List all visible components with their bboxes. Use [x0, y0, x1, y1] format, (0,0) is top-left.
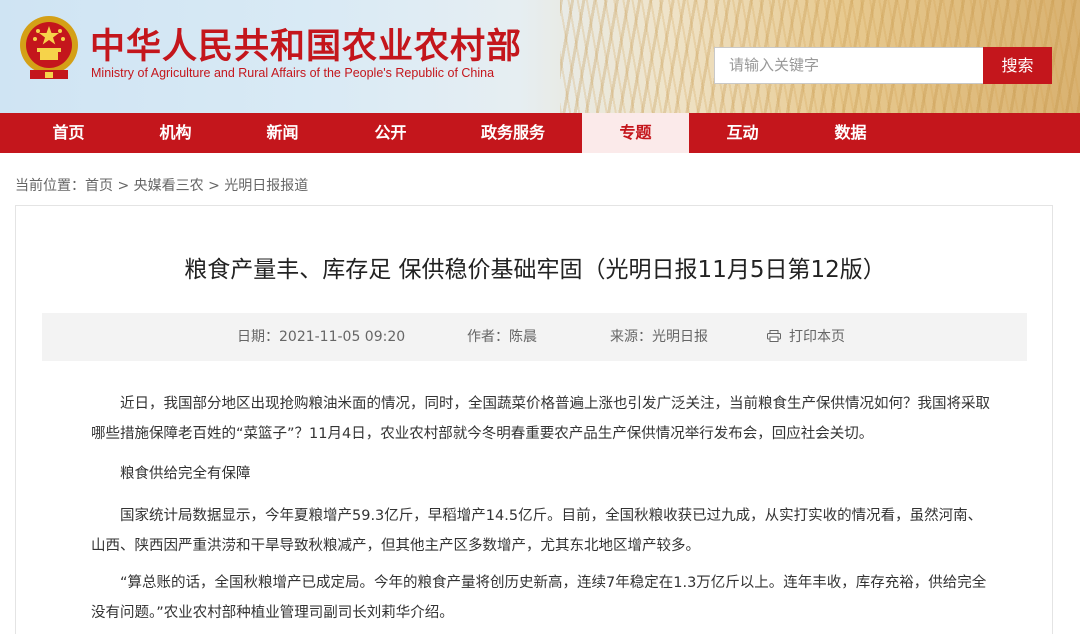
nav-item-topics[interactable]: 专题: [582, 113, 689, 153]
breadcrumb-separator: >: [208, 178, 220, 194]
article-section-heading: 粮食供给完全有保障: [120, 466, 251, 482]
site-title[interactable]: 中华人民共和国农业农村部: [90, 18, 522, 69]
nav-item-organization[interactable]: 机构: [137, 113, 214, 153]
breadcrumb-link-home[interactable]: 首页: [85, 178, 113, 194]
nav-item-interaction[interactable]: 互动: [704, 113, 781, 153]
nav-item-services[interactable]: 政务服务: [460, 113, 566, 153]
main-nav: 首页 机构 新闻 公开 政务服务 专题 互动 数据: [0, 113, 1080, 153]
article-source: 来源：光明日报: [610, 329, 708, 345]
article-meta-bar: 日期：2021-11-05 09:20 作者：陈晨 来源：光明日报 打印本页: [42, 313, 1027, 361]
nav-item-news[interactable]: 新闻: [244, 113, 321, 153]
search-input[interactable]: 请输入关键字: [714, 47, 984, 84]
nav-item-data[interactable]: 数据: [812, 113, 889, 153]
print-label: 打印本页: [789, 329, 845, 345]
breadcrumb-link-cctv[interactable]: 央媒看三农: [134, 178, 204, 194]
article-author: 作者：陈晨: [467, 329, 537, 345]
site-header: 中华人民共和国农业农村部 Ministry of Agriculture and…: [0, 0, 1080, 113]
breadcrumb-prefix: 当前位置：: [15, 178, 85, 194]
article-title: 粮食产量丰、库存足 保供稳价基础牢固（光明日报11月5日第12版）: [184, 257, 886, 283]
search-button[interactable]: 搜索: [983, 47, 1052, 84]
article-container: 粮食产量丰、库存足 保供稳价基础牢固（光明日报11月5日第12版） 日期：202…: [15, 205, 1053, 634]
print-button[interactable]: 打印本页: [767, 313, 845, 361]
article-paragraph-3: “算总账的话，全国秋粮增产已成定局。今年的粮食产量将创历史新高，连续7年稳定在1…: [91, 575, 987, 621]
nav-item-public[interactable]: 公开: [352, 113, 429, 153]
breadcrumb-link-guangming[interactable]: 光明日报报道: [224, 178, 308, 194]
site-subtitle-en: Ministry of Agriculture and Rural Affair…: [91, 66, 495, 80]
national-emblem-icon[interactable]: [18, 12, 80, 82]
breadcrumb: 当前位置：首页 > 央媒看三农 > 光明日报报道: [15, 175, 308, 195]
article-date: 日期：2021-11-05 09:20: [237, 329, 406, 345]
article-paragraph-1: 近日，我国部分地区出现抢购粮油米面的情况，同时，全国蔬菜价格普遍上涨也引发广泛关…: [91, 396, 990, 442]
nav-item-home[interactable]: 首页: [30, 113, 107, 153]
printer-icon: [767, 330, 781, 342]
article-paragraph-2: 国家统计局数据显示，今年夏粮增产59.3亿斤，早稻增产14.5亿斤。目前，全国秋…: [91, 508, 983, 554]
breadcrumb-separator: >: [117, 178, 130, 194]
